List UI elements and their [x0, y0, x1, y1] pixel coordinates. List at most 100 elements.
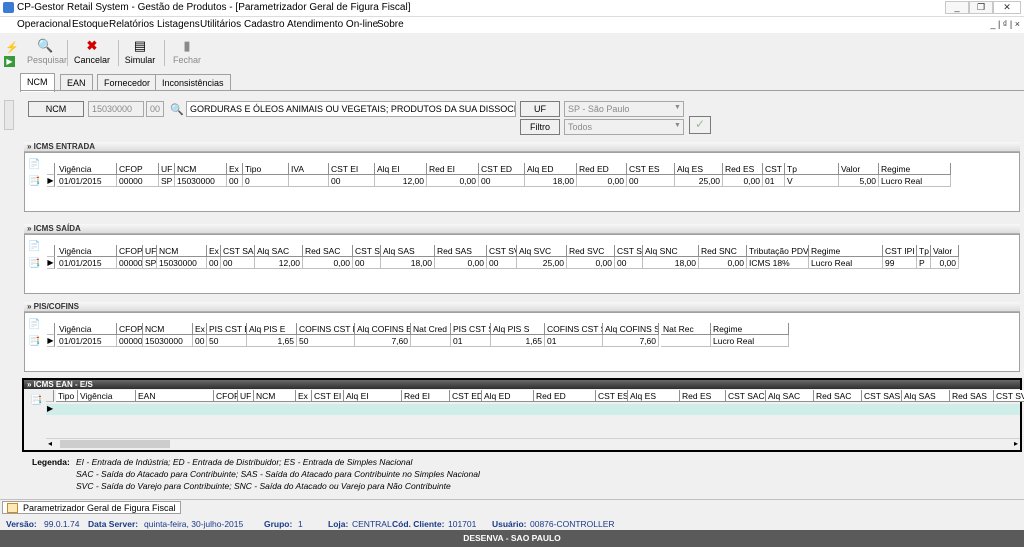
table-cell[interactable]: 0,00 [699, 257, 747, 269]
horizontal-scrollbar[interactable]: ◂ ▸ [46, 438, 1020, 449]
table-cell[interactable]: 00 [353, 257, 381, 269]
column-header[interactable]: COFINS CST E [297, 323, 355, 335]
table-cell[interactable]: 00000 [117, 175, 159, 187]
column-header[interactable]: NCM [157, 245, 207, 257]
column-header[interactable]: Ex [207, 245, 221, 257]
table-cell[interactable]: V [785, 175, 839, 187]
menu-atendimento[interactable]: Atendimento On-line [287, 19, 378, 30]
table-cell[interactable]: 12,00 [375, 175, 427, 187]
table-cell[interactable]: 00000 [117, 335, 143, 347]
column-header[interactable]: CST ES [627, 163, 675, 175]
column-header[interactable]: Nat Cred [411, 323, 451, 335]
column-header[interactable]: Alq ES [675, 163, 723, 175]
column-header[interactable]: Alq SAS [381, 245, 435, 257]
column-header[interactable]: UF [238, 390, 254, 402]
column-header[interactable]: COFINS CST S [545, 323, 603, 335]
tab-inconsistencias[interactable]: Inconsistências [155, 74, 231, 91]
play-icon[interactable]: ▶ [4, 56, 15, 67]
table-cell[interactable]: Lucro Real [809, 257, 883, 269]
column-header[interactable]: CST IPI [763, 163, 785, 175]
column-header[interactable]: PIS CST S [451, 323, 491, 335]
table-cell[interactable] [411, 335, 451, 347]
column-header[interactable]: Red SAS [950, 390, 994, 402]
table-cell[interactable]: 01 [763, 175, 785, 187]
column-header[interactable]: Tp [785, 163, 839, 175]
table-cell[interactable]: 25,00 [675, 175, 723, 187]
column-header[interactable]: CST SVC [487, 245, 517, 257]
new-record-icon[interactable]: 📄 [28, 159, 40, 170]
close-button[interactable]: ✕ [993, 1, 1021, 14]
column-header[interactable]: Ex [227, 163, 243, 175]
new-record-icon[interactable]: 📄 [28, 241, 40, 252]
table-cell[interactable]: 0,00 [427, 175, 479, 187]
column-header[interactable]: Alq SNC [643, 245, 699, 257]
menu-sobre[interactable]: Sobre [377, 19, 404, 30]
column-header[interactable]: Alq COFINS S [603, 323, 659, 335]
column-header[interactable]: CFOP [117, 163, 159, 175]
table-cell[interactable]: 01 [545, 335, 603, 347]
cancelar-button[interactable]: ✖ Cancelar [74, 39, 110, 66]
column-header[interactable]: CST SAS [353, 245, 381, 257]
table-cell[interactable]: 00 [221, 257, 255, 269]
checkmark-icon[interactable]: ✓ [689, 116, 711, 134]
column-header[interactable]: Regime [809, 245, 883, 257]
column-header[interactable]: UF [159, 163, 175, 175]
table-cell[interactable]: 15030000 [143, 335, 193, 347]
tab-ean[interactable]: EAN [60, 74, 93, 91]
column-header[interactable]: Alq EI [344, 390, 402, 402]
table-cell[interactable]: 5,00 [839, 175, 879, 187]
menu-estoque[interactable]: Estoque [72, 19, 109, 30]
table-cell[interactable]: 7,60 [355, 335, 411, 347]
table-cell[interactable]: 00 [615, 257, 643, 269]
column-header[interactable]: CST ED [479, 163, 525, 175]
table-cell[interactable]: 01/01/2015 [57, 257, 117, 269]
table-cell[interactable]: 18,00 [525, 175, 577, 187]
column-header[interactable]: Tp [917, 245, 931, 257]
table-cell[interactable]: 1,65 [247, 335, 297, 347]
simular-button[interactable]: ▤ Simular [123, 39, 157, 66]
column-header[interactable]: Red SAS [435, 245, 487, 257]
table-cell[interactable]: 0 [243, 175, 289, 187]
column-header[interactable]: CST SVC [994, 390, 1024, 402]
column-header[interactable]: CST SAC [726, 390, 766, 402]
lightning-icon[interactable]: ⚡ [5, 41, 19, 54]
table-cell[interactable]: 00 [227, 175, 243, 187]
document-tab[interactable]: Parametrizador Geral de Figura Fiscal [2, 501, 181, 514]
table-cell[interactable]: 25,00 [517, 257, 567, 269]
uf-button[interactable]: UF [520, 101, 560, 117]
column-header[interactable]: Alq SAC [766, 390, 814, 402]
table-cell[interactable]: 00 [207, 257, 221, 269]
copy-record-icon[interactable]: 📑 [28, 176, 40, 187]
column-header[interactable]: Red EI [402, 390, 450, 402]
menu-listagens[interactable]: Listagens [157, 19, 200, 30]
table-cell[interactable]: 0,00 [567, 257, 615, 269]
table-cell[interactable]: 15030000 [175, 175, 227, 187]
scroll-thumb[interactable] [60, 440, 170, 448]
column-header[interactable]: Valor [839, 163, 879, 175]
table-cell[interactable]: 0,00 [723, 175, 763, 187]
scroll-right-icon[interactable]: ▸ [1014, 439, 1018, 448]
table-cell[interactable]: 01 [451, 335, 491, 347]
table-cell[interactable]: 00 [193, 335, 207, 347]
column-header[interactable]: Vigência [57, 163, 117, 175]
column-header[interactable]: PIS CST E [207, 323, 247, 335]
table-cell[interactable]: 00000 [117, 257, 143, 269]
column-header[interactable]: Red ES [680, 390, 726, 402]
table-cell[interactable]: 50 [207, 335, 247, 347]
column-header[interactable]: CST SAS [862, 390, 902, 402]
column-header[interactable]: Alq ES [628, 390, 680, 402]
column-header[interactable]: Ex [296, 390, 312, 402]
column-header[interactable]: Alq ED [482, 390, 534, 402]
table-cell[interactable]: ICMS 18% [747, 257, 809, 269]
column-header[interactable]: NCM [143, 323, 193, 335]
table-cell[interactable]: 7,60 [603, 335, 659, 347]
column-header[interactable]: NCM [175, 163, 227, 175]
table-cell[interactable]: 18,00 [381, 257, 435, 269]
copy-record-icon[interactable]: 📑 [30, 395, 42, 406]
fechar-button[interactable]: ▮ Fechar [172, 39, 202, 66]
table-cell[interactable]: 00 [487, 257, 517, 269]
column-header[interactable]: Alq SAS [902, 390, 950, 402]
column-header[interactable]: Alq PIS S [491, 323, 545, 335]
table-cell[interactable]: 00 [479, 175, 525, 187]
ncm-code-field[interactable]: 15030000 [88, 101, 144, 117]
